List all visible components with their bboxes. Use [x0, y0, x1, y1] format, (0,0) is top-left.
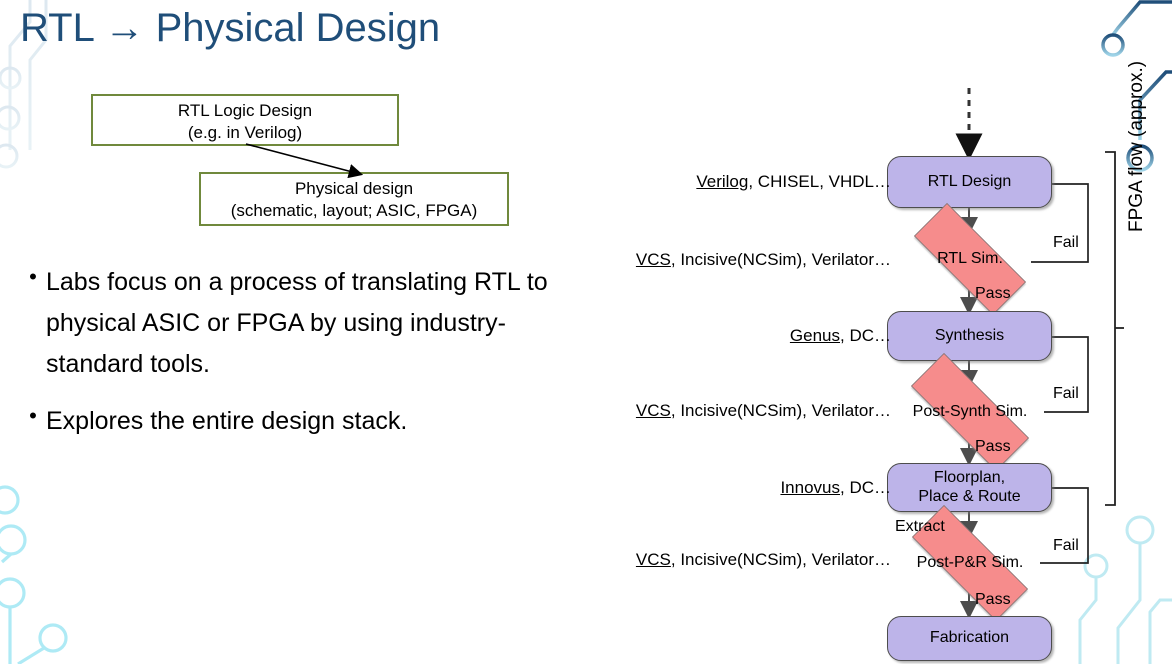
flow-node-post-pnr-sim-label: Post-P&R Sim.: [916, 554, 1024, 571]
flow-node-rtl-design-label: RTL Design: [927, 172, 1012, 190]
flow-node-synthesis-label: Synthesis: [934, 326, 1005, 344]
tools-rtl-design: Verilog, CHISEL, VHDL…: [696, 172, 891, 192]
flow-node-post-pnr-sim[interactable]: Post-P&R Sim.: [886, 505, 1054, 621]
flow-node-post-synth-sim-label: Post-Synth Sim.: [912, 403, 1028, 420]
flow-node-floorplan-label-line2: Place & Route: [918, 487, 1021, 505]
slide-canvas: RTL → Physical Design RTL Logic Design (…: [0, 0, 1172, 664]
edge-label-pass-1: Pass: [975, 285, 1011, 302]
tools-floorplan-rest: , DC…: [840, 478, 891, 497]
tools-rtl-sim-primary: VCS: [635, 250, 671, 269]
tools-post-pnr-sim-primary: VCS: [635, 550, 671, 569]
tools-synthesis: Genus, DC…: [790, 326, 891, 346]
tools-post-synth-sim-primary: VCS: [635, 401, 671, 420]
edge-label-extract: Extract: [895, 518, 945, 535]
flow-node-rtl-design[interactable]: RTL Design: [887, 156, 1052, 208]
flowchart: RTL Design RTL Sim. Synthesis Post-Synth…: [0, 0, 1172, 664]
tools-post-pnr-sim: VCS, Incisive(NCSim), Verilator…: [636, 550, 891, 570]
tools-post-synth-sim-rest: , Incisive(NCSim), Verilator…: [670, 401, 891, 420]
edge-label-fail-3: Fail: [1053, 537, 1079, 554]
tools-floorplan-primary: Innovus: [780, 478, 840, 497]
flow-node-floorplan-label-line1: Floorplan,: [933, 468, 1006, 486]
edge-label-pass-3: Pass: [975, 591, 1011, 608]
tools-rtl-design-rest: , CHISEL, VHDL…: [748, 172, 891, 191]
edge-label-fail-1: Fail: [1053, 234, 1079, 251]
flow-node-rtl-sim-label: RTL Sim.: [937, 250, 1003, 267]
tools-post-synth-sim: VCS, Incisive(NCSim), Verilator…: [636, 401, 891, 421]
flow-node-post-synth-sim[interactable]: Post-Synth Sim.: [885, 353, 1055, 471]
tools-rtl-sim: VCS, Incisive(NCSim), Verilator…: [636, 250, 891, 270]
tools-rtl-design-primary: Verilog: [696, 172, 749, 191]
flow-node-rtl-sim[interactable]: RTL Sim.: [891, 203, 1049, 315]
tools-post-pnr-sim-rest: , Incisive(NCSim), Verilator…: [670, 550, 891, 569]
flow-node-fabrication[interactable]: Fabrication: [887, 616, 1052, 661]
edge-label-pass-2: Pass: [975, 438, 1011, 455]
tools-synthesis-rest: , DC…: [840, 326, 891, 345]
fpga-flow-label: FPGA flow (approx.): [1126, 60, 1147, 232]
flow-node-fabrication-label: Fabrication: [929, 629, 1010, 647]
flow-node-floorplan[interactable]: Floorplan, Place & Route: [887, 463, 1052, 512]
flow-node-synthesis[interactable]: Synthesis: [887, 311, 1052, 361]
edge-label-fail-2: Fail: [1053, 385, 1079, 402]
tools-synthesis-primary: Genus: [789, 326, 840, 345]
tools-floorplan: Innovus, DC…: [780, 478, 891, 498]
tools-rtl-sim-rest: , Incisive(NCSim), Verilator…: [670, 250, 891, 269]
